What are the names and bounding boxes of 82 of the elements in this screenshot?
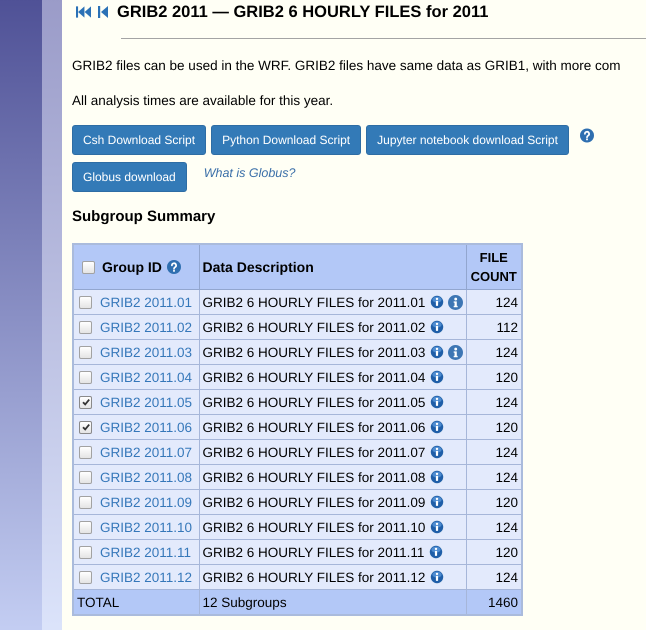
group-id-link[interactable]: GRIB2 2011.05 <box>100 394 192 410</box>
column-header: Group ID <box>102 259 162 275</box>
info-icon[interactable] <box>430 470 444 484</box>
group-id-link[interactable]: GRIB2 2011.07 <box>100 444 192 460</box>
info-icon[interactable] <box>430 370 444 384</box>
group-id-link[interactable]: GRIB2 2011.04 <box>100 370 192 384</box>
file-count-cell: 120 <box>466 540 522 564</box>
download-button[interactable]: Jupyter notebook download Script <box>366 125 569 155</box>
group-id-link[interactable]: GRIB2 2011.03 <box>100 344 192 360</box>
file-count-cell: 124 <box>466 340 522 364</box>
group-id-link[interactable]: GRIB2 2011.01 <box>100 294 192 310</box>
select-all-checkbox[interactable] <box>82 260 95 274</box>
info-icon[interactable] <box>448 294 464 310</box>
file-count-cell: 124 <box>466 290 522 314</box>
description-text: GRIB2 6 HOURLY FILES for 2011.01 <box>202 294 426 310</box>
description-text: GRIB2 6 HOURLY FILES for 2011.05 <box>202 394 426 410</box>
row-checkbox[interactable] <box>79 570 92 584</box>
info-icon[interactable] <box>430 495 444 509</box>
row-checkbox[interactable] <box>79 546 92 558</box>
description-text: GRIB2 6 HOURLY FILES for 2011.02 <box>202 320 426 334</box>
file-count-cell: 124 <box>466 440 522 464</box>
previous-icon[interactable] <box>98 6 108 18</box>
info-icon[interactable] <box>430 520 444 534</box>
row-checkbox[interactable] <box>79 320 92 334</box>
description-text: GRIB2 6 HOURLY FILES for 2011.04 <box>202 370 426 384</box>
row-checkbox[interactable] <box>79 446 92 458</box>
intro-text: All analysis times are available for this year. <box>72 92 334 110</box>
page-title: GRIB2 2011 — GRIB2 6 HOURLY FILES for 2011 <box>117 2 488 23</box>
intro-text: GRIB2 files can be used in the WRF. GRIB2 files have same data as GRIB1, with more com <box>72 57 622 75</box>
group-id-link[interactable]: GRIB2 2011.12 <box>100 570 192 584</box>
file-count-cell: 124 <box>466 464 522 490</box>
file-count-cell: 124 <box>466 390 522 414</box>
info-icon[interactable] <box>430 295 444 309</box>
row-checkbox[interactable] <box>79 346 92 358</box>
download-button[interactable]: Python Download Script <box>211 125 362 155</box>
description-text: GRIB2 6 HOURLY FILES for 2011.08 <box>202 470 426 484</box>
section-heading: Subgroup Summary <box>72 207 216 227</box>
description-text: GRIB2 6 HOURLY FILES for 2011.06 <box>202 420 426 434</box>
column-header: Data Description <box>199 244 466 290</box>
total-cell: 1460 <box>466 590 522 615</box>
info-icon[interactable] <box>448 344 464 360</box>
description-text: GRIB2 6 HOURLY FILES for 2011.11 <box>202 544 424 560</box>
group-id-link[interactable]: GRIB2 2011.09 <box>100 494 192 510</box>
group-id-link[interactable]: GRIB2 2011.06 <box>100 420 192 434</box>
info-icon[interactable] <box>430 345 444 359</box>
file-count-cell: 120 <box>466 490 522 514</box>
file-count-cell: 120 <box>466 364 522 390</box>
description-text: GRIB2 6 HOURLY FILES for 2011.09 <box>202 494 426 510</box>
group-id-link[interactable]: GRIB2 2011.02 <box>100 320 192 334</box>
row-checkbox[interactable] <box>79 370 92 384</box>
row-checkbox[interactable] <box>79 496 92 508</box>
info-icon[interactable] <box>429 545 444 559</box>
description-text: GRIB2 6 HOURLY FILES for 2011.12 <box>202 570 426 584</box>
info-icon[interactable] <box>430 395 444 409</box>
download-button[interactable]: Csh Download Script <box>72 125 206 155</box>
description-text: GRIB2 6 HOURLY FILES for 2011.10 <box>202 520 426 534</box>
info-icon[interactable] <box>430 570 444 584</box>
file-count-cell: 124 <box>466 564 522 590</box>
info-icon[interactable] <box>430 420 444 434</box>
total-cell: TOTAL <box>73 590 199 615</box>
description-text: GRIB2 6 HOURLY FILES for 2011.03 <box>202 344 426 360</box>
group-id-link[interactable]: GRIB2 2011.10 <box>100 520 192 534</box>
file-count-cell: 120 <box>466 414 522 440</box>
group-id-link[interactable]: GRIB2 2011.08 <box>100 470 192 484</box>
file-count-cell: 112 <box>466 314 522 340</box>
group-id-link[interactable]: GRIB2 2011.11 <box>100 544 192 560</box>
column-header: FILE COUNT <box>466 244 522 290</box>
row-checkbox[interactable] <box>79 420 92 434</box>
info-icon[interactable] <box>430 445 444 459</box>
skip-to-start-icon[interactable] <box>76 6 91 18</box>
file-count-cell: 124 <box>466 514 522 540</box>
total-cell: 12 Subgroups <box>199 590 466 615</box>
description-text: GRIB2 6 HOURLY FILES for 2011.07 <box>202 444 426 460</box>
globus-info-link[interactable]: What is Globus? <box>204 166 296 180</box>
help-icon[interactable] <box>166 260 181 274</box>
row-checkbox[interactable] <box>79 396 92 408</box>
globus-download-button[interactable]: Globus download <box>72 162 187 192</box>
row-checkbox[interactable] <box>79 296 92 308</box>
row-checkbox[interactable] <box>79 520 92 534</box>
help-icon[interactable] <box>580 128 594 143</box>
info-icon[interactable] <box>430 320 444 334</box>
row-checkbox[interactable] <box>79 470 92 484</box>
